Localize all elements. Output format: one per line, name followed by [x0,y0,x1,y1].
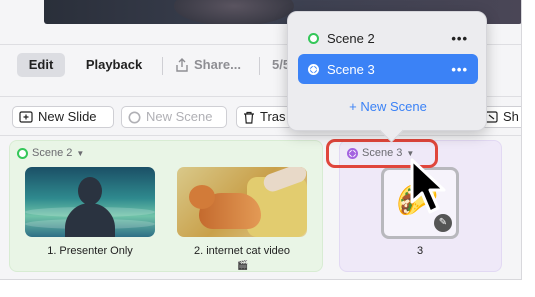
new-scene-label: New Scene [146,109,213,124]
scene-group-2: Scene 2 ▼ 1. Presenter Only 2. internet … [9,140,323,272]
new-scene-button[interactable]: New Scene [121,106,227,128]
new-slide-button[interactable]: New Slide [12,106,114,128]
slide-caption: 2. internet cat video [193,245,290,257]
trash-label: Tras [260,109,286,124]
share-button[interactable]: Share... [176,53,241,77]
edit-tab[interactable]: Edit [17,53,65,77]
more-icon[interactable]: ••• [451,31,468,46]
chevron-down-icon: ▼ [76,148,85,158]
new-scene-icon [128,111,141,123]
playback-tab[interactable]: Playback [76,53,152,77]
scene-2-header[interactable]: Scene 2 ▼ [17,147,84,159]
scene-purple-icon [308,63,319,75]
toolbar-divider [162,57,163,75]
slide-thumbnail-cat-video[interactable] [177,167,307,237]
scene-popover: Scene 2 ••• Scene 3 ••• + New Scene [287,11,487,131]
presenter-silhouette-icon [78,177,102,205]
slide-caption: 3 [416,245,424,257]
scene-green-icon [17,147,28,159]
slide-caption: 1. Presenter Only [47,245,133,257]
slide-thumbnail-presenter[interactable] [25,167,155,237]
new-scene-link[interactable]: + New Scene [288,99,488,114]
new-slide-label: New Slide [38,109,97,124]
scene-2-name: Scene 2 [32,147,73,159]
scene-green-icon [308,32,319,44]
popover-item-label: Scene 3 [327,61,375,77]
video-clip-icon: 🎬 [237,260,249,270]
toolbar-divider [259,57,260,75]
trash-icon [244,111,254,124]
new-slide-icon [19,111,33,123]
popover-item-label: Scene 2 [327,30,375,46]
share-icon [176,58,188,72]
popover-item-scene-3[interactable]: Scene 3 ••• [298,54,478,84]
popover-item-scene-2[interactable]: Scene 2 ••• [298,23,478,53]
more-icon[interactable]: ••• [451,62,468,77]
mouse-cursor-icon [410,158,446,214]
share-label: Share... [194,57,241,72]
show-label: Sh [503,109,519,124]
